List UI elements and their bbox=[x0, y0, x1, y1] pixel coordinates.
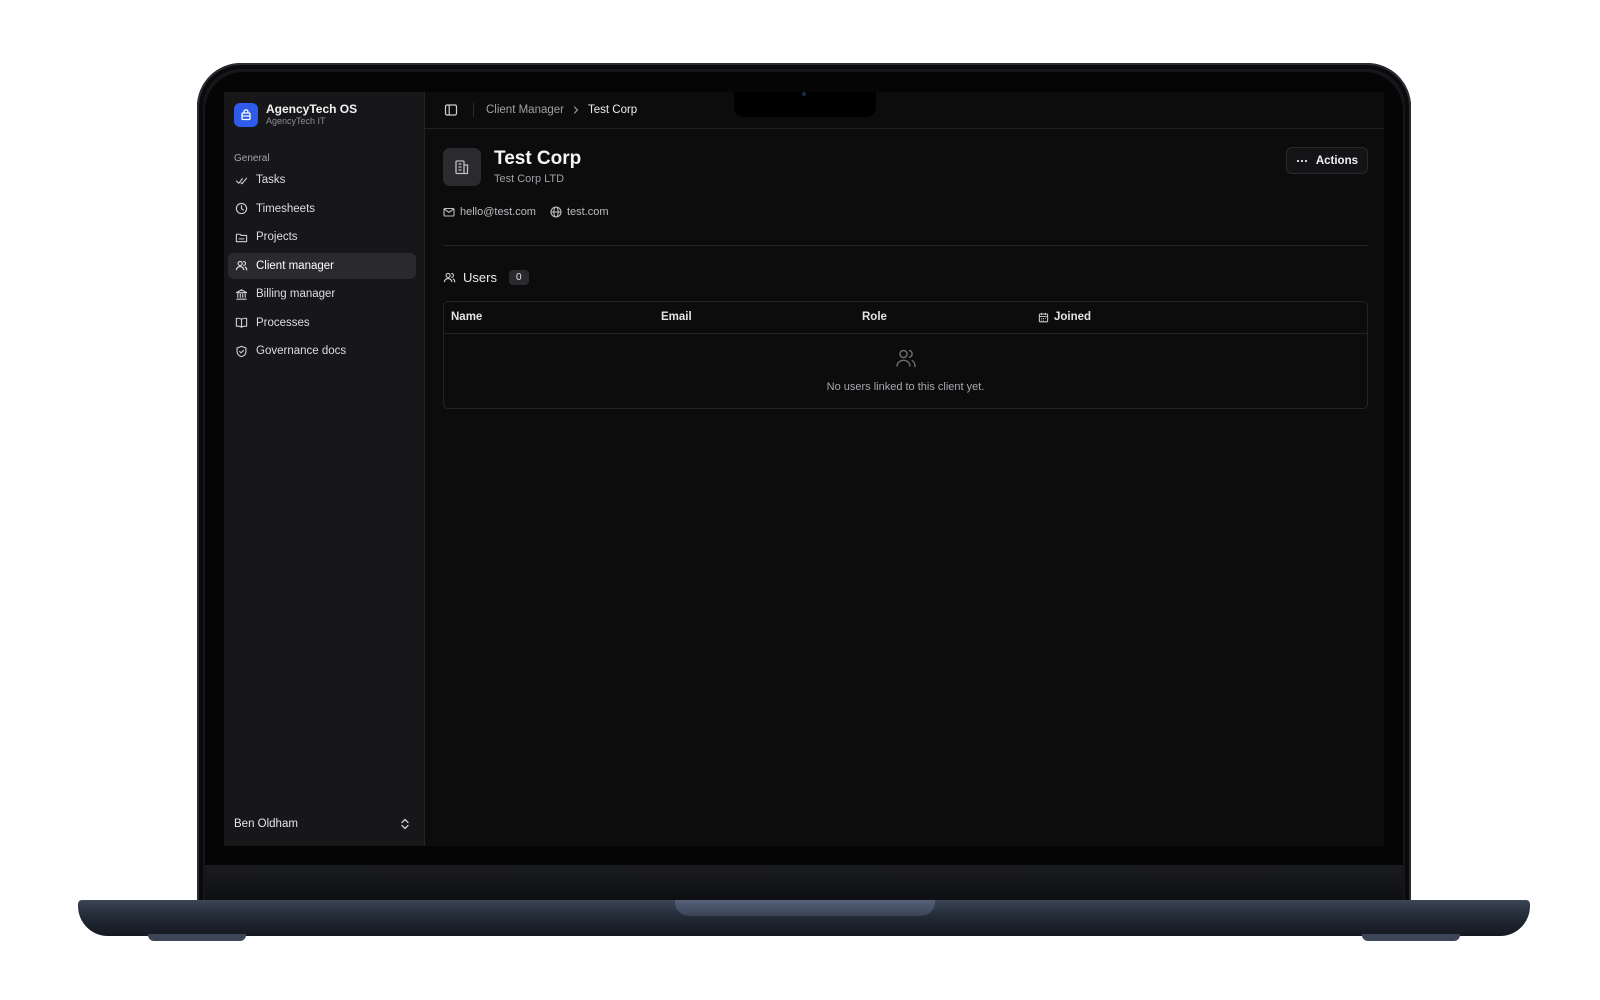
sidebar-item-label: Projects bbox=[256, 231, 298, 243]
user-menu[interactable]: Ben Oldham bbox=[234, 818, 410, 830]
client-contacts: hello@test.com test.com bbox=[443, 206, 609, 218]
laptop-chin bbox=[205, 865, 1403, 901]
users-title: Users bbox=[463, 270, 497, 285]
sidebar-item-label: Client manager bbox=[256, 259, 334, 272]
calendar-icon bbox=[1038, 312, 1049, 322]
topbar: Client Manager Test Corp bbox=[425, 92, 1384, 129]
chevron-right-icon bbox=[573, 106, 579, 114]
column-header-label: Name bbox=[451, 311, 483, 323]
client-email[interactable]: hello@test.com bbox=[443, 206, 536, 218]
laptop-foot-left bbox=[148, 934, 246, 941]
table-header: Name Email Role Joined bbox=[444, 302, 1367, 334]
sidebar-item-processes[interactable]: Processes bbox=[228, 310, 416, 336]
mail-icon bbox=[443, 207, 455, 217]
check-icon bbox=[235, 177, 248, 184]
brand-logo-icon bbox=[234, 102, 258, 127]
empty-state-text: No users linked to this client yet. bbox=[826, 381, 985, 393]
folder-icon bbox=[235, 233, 248, 242]
user-name: Ben Oldham bbox=[234, 818, 298, 830]
sidebar: AgencyTech OS AgencyTech IT General Task… bbox=[224, 92, 425, 846]
sidebar-item-governance-docs[interactable]: Governance docs bbox=[228, 338, 416, 364]
empty-state: No users linked to this client yet. bbox=[444, 348, 1367, 393]
column-header-label: Email bbox=[661, 311, 692, 323]
more-horizontal-icon bbox=[1296, 159, 1307, 162]
actions-label: Actions bbox=[1315, 154, 1358, 167]
nav-group-label: General bbox=[234, 153, 270, 164]
breadcrumb-current: Test Corp bbox=[587, 104, 638, 116]
users-icon bbox=[235, 260, 248, 271]
sidebar-item-label: Timesheets bbox=[256, 202, 316, 215]
column-header-name[interactable]: Name bbox=[451, 311, 482, 323]
client-website-text: test.com bbox=[566, 206, 609, 218]
users-table: Name Email Role Joined No users linked t… bbox=[443, 301, 1368, 409]
client-email-text: hello@test.com bbox=[460, 206, 536, 218]
client-website[interactable]: test.com bbox=[550, 206, 609, 218]
sidebar-item-client-manager[interactable]: Client manager bbox=[228, 252, 416, 279]
app-screen: AgencyTech OS AgencyTech IT General Task… bbox=[224, 92, 1384, 846]
sidebar-item-billing-manager[interactable]: Billing manager bbox=[228, 281, 416, 307]
bank-icon bbox=[235, 288, 248, 300]
topbar-divider bbox=[473, 103, 474, 117]
brand-subtitle: AgencyTech IT bbox=[266, 116, 326, 126]
globe-icon bbox=[550, 206, 562, 218]
users-count-badge: 0 bbox=[508, 270, 529, 285]
breadcrumb-parent-link[interactable]: Client Manager bbox=[486, 104, 564, 116]
column-header-joined[interactable]: Joined bbox=[1038, 311, 1091, 323]
brand-name: AgencyTech OS bbox=[266, 102, 358, 116]
client-header: Test Corp Test Corp LTD bbox=[443, 148, 581, 186]
sidebar-item-label: Tasks bbox=[256, 174, 286, 186]
main-content: Client Manager Test Corp Test Corp Test … bbox=[425, 92, 1384, 846]
column-header-label: Role bbox=[862, 311, 887, 323]
camera-notch bbox=[734, 92, 876, 117]
column-header-email[interactable]: Email bbox=[661, 311, 692, 323]
laptop-hinge-notch bbox=[675, 900, 935, 916]
sidebar-item-tasks[interactable]: Tasks bbox=[228, 167, 416, 193]
column-header-label: Joined bbox=[1054, 311, 1092, 323]
sidebar-item-label: Billing manager bbox=[256, 288, 336, 300]
laptop-foot-right bbox=[1362, 934, 1460, 941]
sidebar-toggle-icon[interactable] bbox=[444, 103, 458, 117]
users-section-header: Users 0 bbox=[443, 270, 529, 285]
client-legal-name: Test Corp LTD bbox=[494, 173, 565, 185]
sidebar-item-projects[interactable]: Projects bbox=[228, 224, 416, 250]
workspace-switcher[interactable]: AgencyTech OS AgencyTech IT bbox=[234, 102, 357, 127]
camera-icon bbox=[802, 92, 806, 96]
section-divider bbox=[443, 245, 1368, 246]
book-icon bbox=[235, 317, 248, 328]
actions-button[interactable]: Actions bbox=[1285, 147, 1368, 174]
sidebar-item-label: Governance docs bbox=[256, 345, 347, 357]
page-title: Test Corp bbox=[494, 148, 582, 169]
sidebar-item-timesheets[interactable]: Timesheets bbox=[228, 196, 416, 222]
clock-icon bbox=[235, 202, 248, 215]
users-icon bbox=[443, 272, 456, 283]
users-icon bbox=[895, 349, 916, 368]
shield-icon bbox=[236, 345, 247, 357]
sidebar-item-label: Processes bbox=[256, 316, 310, 329]
breadcrumb: Client Manager Test Corp bbox=[486, 104, 637, 116]
building-icon bbox=[443, 148, 481, 186]
chevrons-up-down-icon bbox=[401, 818, 409, 830]
sidebar-nav: Tasks Timesheets Projects Client manager… bbox=[228, 167, 416, 367]
column-header-role[interactable]: Role bbox=[862, 311, 887, 323]
